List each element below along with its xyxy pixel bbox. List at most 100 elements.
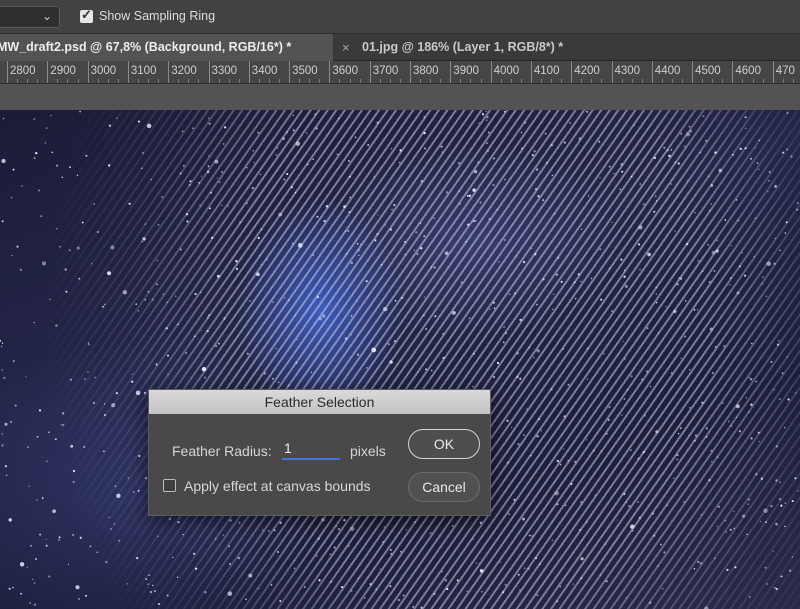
ruler-minor-tick <box>500 79 502 83</box>
ruler-minor-tick <box>399 79 401 83</box>
ruler-minor-tick <box>561 79 563 83</box>
ruler-major-tick <box>7 61 8 83</box>
ruler-minor-tick <box>379 79 381 83</box>
image-canvas[interactable] <box>0 110 800 609</box>
ruler-tick-label: 3500 <box>292 65 318 77</box>
ruler-minor-tick <box>309 79 311 83</box>
ruler-minor-tick <box>460 79 462 83</box>
ruler-minor-tick <box>178 79 180 83</box>
ruler-major-tick <box>208 61 210 83</box>
ruler-tick-label: 4200 <box>574 65 600 77</box>
ruler-minor-tick <box>762 79 764 83</box>
ruler-minor-tick <box>359 79 361 83</box>
ruler-major-tick <box>87 61 89 83</box>
ruler-tick-label: 3100 <box>130 65 157 77</box>
ruler-tick-label: 2800 <box>10 65 36 77</box>
sample-size-dropdown[interactable]: ⌄ <box>0 6 60 28</box>
ruler-minor-tick <box>591 79 593 83</box>
ruler-minor-tick <box>228 79 230 83</box>
ruler-minor-tick <box>641 79 643 83</box>
options-bar: ⌄ ✓ Show Sampling Ring <box>0 0 800 34</box>
ruler-tick-label: 3400 <box>251 65 278 77</box>
ruler-minor-tick <box>37 79 39 83</box>
ruler-minor-tick <box>198 79 200 83</box>
ruler-major-tick <box>369 61 371 83</box>
ruler-major-tick <box>692 61 694 83</box>
ruler-minor-tick <box>702 79 704 83</box>
ruler-minor-tick <box>137 79 139 83</box>
ruler-major-tick <box>571 61 573 83</box>
ruler-tick-label: 3200 <box>171 65 197 77</box>
ruler-minor-tick <box>107 79 109 83</box>
dialog-title[interactable]: Feather Selection <box>149 390 490 414</box>
ruler-minor-tick <box>77 79 79 83</box>
horizontal-ruler[interactable]: 2800 2900 3000 3100 3200 3300 3400 3500 3600 3700… <box>0 61 800 84</box>
ok-button[interactable]: OK <box>408 429 480 459</box>
ruler-major-tick <box>329 61 331 83</box>
ruler-major-tick <box>410 61 411 83</box>
ruler-minor-tick <box>117 79 119 83</box>
ruler-tick-label: 4400 <box>654 65 681 77</box>
tab-mw-draft2[interactable]: MW_draft2.psd @ 67,8% (Background, RGB/1… <box>0 34 333 61</box>
ruler-minor-tick <box>299 79 301 83</box>
checkmark-icon: ✓ <box>81 7 92 22</box>
cancel-button[interactable]: Cancel <box>408 472 480 502</box>
ruler-tick-label: 3800 <box>413 65 439 77</box>
tab-01-jpg[interactable]: × 01.jpg @ 186% (Layer 1, RGB/8*) * <box>333 34 633 61</box>
ruler-tick-label: 4000 <box>493 65 520 77</box>
ruler-tick-label: 3900 <box>453 65 479 77</box>
ruler-major-tick <box>732 61 734 83</box>
show-sampling-ring-label[interactable]: Show Sampling Ring <box>99 9 215 23</box>
ruler-minor-tick <box>470 79 472 83</box>
show-sampling-ring-checkbox[interactable]: ✓ <box>80 7 93 23</box>
ruler-tick-label: 3300 <box>211 65 238 77</box>
ruler-minor-tick <box>631 79 633 83</box>
ruler-minor-tick <box>158 79 160 83</box>
close-tab-icon[interactable]: × <box>342 34 350 61</box>
ruler-tick-label: 2900 <box>50 65 76 77</box>
canvas-bounds-checkbox[interactable] <box>163 479 176 492</box>
ruler-minor-tick <box>148 79 150 83</box>
ruler-minor-tick <box>712 79 714 83</box>
ruler-minor-tick <box>661 79 663 83</box>
ruler-major-tick <box>168 61 170 83</box>
ruler-minor-tick <box>349 79 351 83</box>
ruler-tick-label: 3600 <box>332 65 358 77</box>
ruler-minor-tick <box>792 79 794 83</box>
ruler-minor-tick <box>752 79 754 83</box>
ruler-minor-tick <box>440 79 442 83</box>
ruler-minor-tick <box>601 79 603 83</box>
ruler-major-tick <box>530 61 532 83</box>
ruler-tick-label: 4500 <box>695 65 721 77</box>
ruler-tick-label: 3000 <box>90 65 117 77</box>
feather-radius-input[interactable] <box>282 438 340 460</box>
ruler-major-tick <box>611 61 613 83</box>
feather-radius-label: Feather Radius: <box>172 443 272 459</box>
ruler-minor-tick <box>27 79 29 83</box>
ruler-major-tick <box>127 61 129 83</box>
ruler-minor-tick <box>621 79 623 83</box>
ruler-tick-label: 4100 <box>533 65 560 77</box>
ruler-minor-tick <box>389 79 391 83</box>
ruler-minor-tick <box>540 79 542 83</box>
ruler-minor-tick <box>430 79 432 83</box>
ruler-minor-tick <box>218 79 220 83</box>
ruler-minor-tick <box>238 79 240 83</box>
ruler-major-tick <box>289 61 291 83</box>
ruler-minor-tick <box>510 79 512 83</box>
ruler-major-tick <box>248 61 250 83</box>
ruler-minor-tick <box>279 79 281 83</box>
ruler-minor-tick <box>57 79 59 83</box>
canvas-bounds-label[interactable]: Apply effect at canvas bounds <box>184 478 371 494</box>
quick-mask-selection-overlay <box>0 110 800 609</box>
ruler-tick-label: 3700 <box>372 65 399 77</box>
ruler-minor-tick <box>188 79 190 83</box>
feather-selection-dialog: Feather Selection Feather Radius: pixels… <box>148 389 491 516</box>
ruler-minor-tick <box>480 79 482 83</box>
ruler-minor-tick <box>420 79 422 83</box>
ruler-minor-tick <box>722 79 724 83</box>
ruler-minor-tick <box>520 79 522 83</box>
ruler-minor-tick <box>551 79 553 83</box>
ruler-tick-label: 4300 <box>614 65 641 77</box>
ruler-major-tick <box>651 61 653 83</box>
